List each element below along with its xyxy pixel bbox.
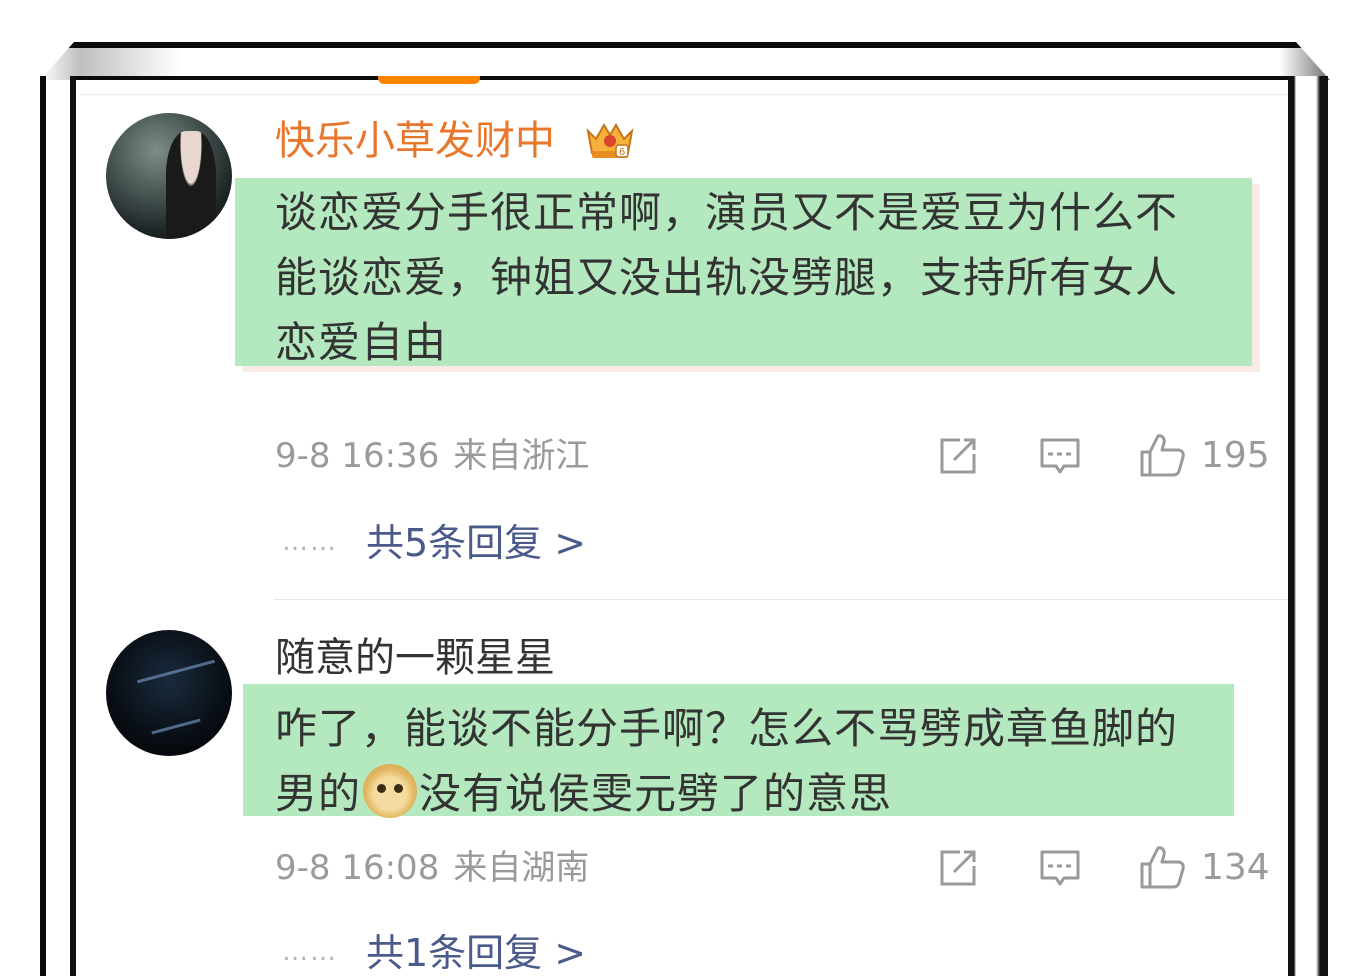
view-replies-link[interactable]: 共5条回复 >	[366, 521, 586, 565]
comment-time: 9-8 16:08	[275, 848, 440, 888]
avatar-photo	[166, 131, 216, 239]
replies-row: …… 共1条回复 >	[282, 930, 586, 976]
avatar[interactable]	[106, 113, 232, 239]
comment-meta: 9-8 16:36 来自浙江	[275, 436, 589, 476]
comment-divider	[274, 599, 1288, 600]
like-icon[interactable]	[1138, 432, 1186, 478]
comment-text-segment: 没有说侯雯元劈了的意思	[419, 769, 893, 818]
share-icon[interactable]	[936, 434, 980, 478]
active-tab-indicator	[378, 76, 480, 84]
comment-username[interactable]: 快乐小草发财中	[275, 117, 555, 165]
avatar[interactable]	[106, 630, 232, 756]
comment-time: 9-8 16:36	[275, 436, 440, 476]
frame-top-border	[40, 42, 1330, 80]
reply-dots: ……	[282, 527, 338, 557]
screenshot-stage: 快乐小草发财中 6 谈恋爱分手很正常啊，演员又不是爱豆为什么不 能谈恋爱，钟姐又…	[0, 0, 1368, 976]
comment-text: 谈恋爱分手很正常啊，演员又不是爱豆为什么不 能谈恋爱，钟姐又没出轨没劈腿，支持所…	[275, 180, 1255, 375]
like-count: 195	[1201, 435, 1270, 476]
replies-row: …… 共5条回复 >	[282, 520, 586, 573]
like-count: 134	[1201, 847, 1270, 888]
svg-text:6: 6	[619, 147, 625, 158]
frame-left-inner-border	[70, 76, 76, 976]
comment-text-segment: 男的	[275, 769, 362, 818]
comment-text-line: 咋了，能谈不能分手啊？怎么不骂劈成章鱼脚的	[275, 704, 1179, 753]
like-icon[interactable]	[1138, 844, 1186, 890]
comment-icon[interactable]	[1038, 434, 1082, 478]
avatar-photo-detail	[151, 718, 201, 735]
top-divider	[80, 94, 1288, 95]
share-icon[interactable]	[936, 846, 980, 890]
comment-text-line: 谈恋爱分手很正常啊，演员又不是爱豆为什么不	[275, 188, 1179, 237]
comment-username[interactable]: 随意的一颗星星	[275, 634, 555, 682]
comment-text-line: 能谈恋爱，钟姐又没出轨没劈腿，支持所有女人	[275, 253, 1179, 302]
reply-dots: ……	[282, 937, 338, 967]
crown-badge-icon[interactable]: 6	[582, 117, 638, 163]
frame-right-border	[1288, 76, 1328, 976]
comment-meta: 9-8 16:08 来自湖南	[275, 848, 589, 888]
avatar-photo-detail	[136, 659, 216, 684]
comment-text-line: 恋爱自由	[275, 318, 448, 367]
doge-emoji-icon	[363, 764, 418, 818]
frame-left-border	[40, 76, 46, 976]
comment-text-line: 男的 没有说侯雯元劈了的意思	[275, 761, 1255, 826]
comment-icon[interactable]	[1038, 846, 1082, 890]
view-replies-link[interactable]: 共1条回复 >	[366, 931, 586, 975]
comment-text: 咋了，能谈不能分手啊？怎么不骂劈成章鱼脚的 男的 没有说侯雯元劈了的意思	[275, 696, 1255, 826]
comment-location: 来自浙江	[453, 436, 590, 476]
frame-top-inner-border	[74, 76, 1296, 80]
comment-location: 来自湖南	[453, 848, 590, 888]
